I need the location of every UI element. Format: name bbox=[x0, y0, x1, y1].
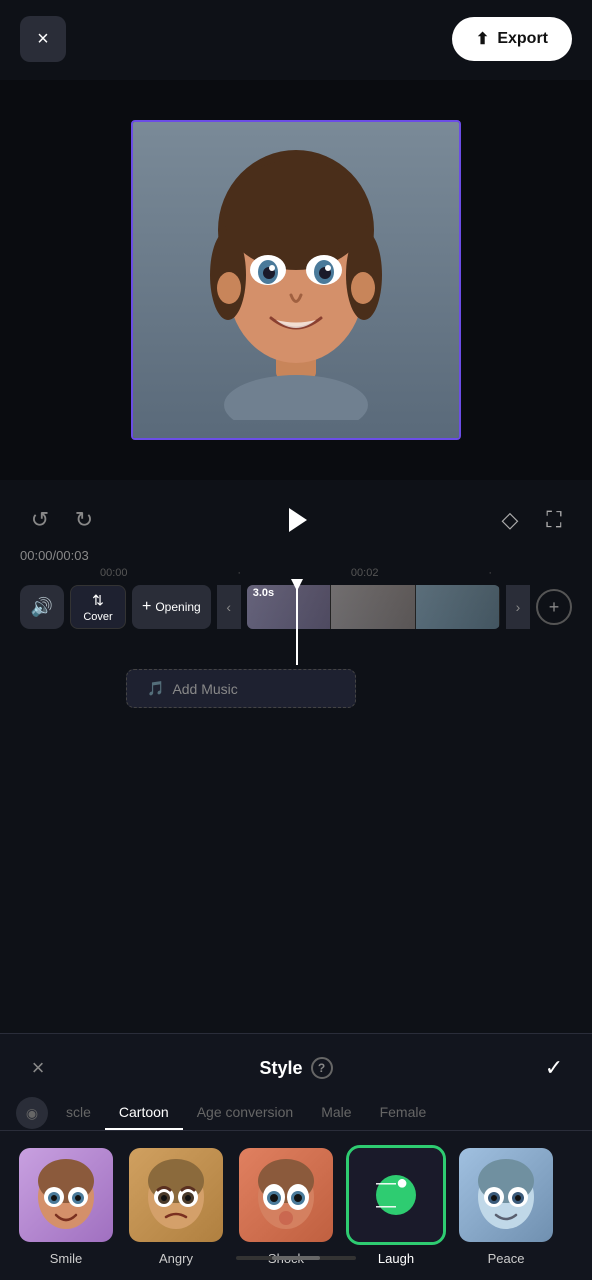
controls-area: ↺ ↻ ◇ ⛶ 00:00/00:03 00:00 · 00:02 · 🔊 ⇅ … bbox=[0, 490, 592, 718]
laugh-selected-icon: —●— bbox=[376, 1175, 416, 1215]
scroll-thumb bbox=[272, 1256, 320, 1260]
track-left-expand[interactable]: ‹ bbox=[217, 585, 241, 629]
timeline-cursor bbox=[296, 585, 298, 665]
style-item-label-laugh: Laugh bbox=[378, 1251, 414, 1266]
redo-button[interactable]: ↻ bbox=[64, 500, 104, 540]
video-frame bbox=[131, 120, 461, 440]
transform-button[interactable]: ◇ bbox=[492, 502, 528, 538]
style-item-label-angry: Angry bbox=[159, 1251, 193, 1266]
time-display: 00:00/00:03 bbox=[20, 548, 572, 563]
style-close-button[interactable]: × bbox=[20, 1050, 56, 1086]
timeline-ruler: 00:00 · 00:02 · bbox=[20, 567, 572, 579]
export-button[interactable]: ⬆ Export bbox=[452, 17, 572, 61]
style-item-thumb-smile bbox=[16, 1145, 116, 1245]
style-face-angry bbox=[129, 1148, 223, 1242]
style-item-thumb-laugh: —●— bbox=[346, 1145, 446, 1245]
tab-female[interactable]: Female bbox=[366, 1096, 441, 1130]
track-right-expand[interactable]: › bbox=[506, 585, 530, 629]
timeline-area: 🔊 ⇅ Cover + Opening ‹ 3.0s › + bbox=[20, 585, 572, 665]
view-controls: ◇ ⛶ bbox=[492, 502, 572, 538]
opening-label: Opening bbox=[155, 600, 200, 614]
style-title: Style ? bbox=[259, 1057, 332, 1079]
play-icon bbox=[289, 508, 307, 532]
face-svg bbox=[196, 140, 396, 420]
video-track: 3.0s bbox=[247, 585, 500, 629]
close-button[interactable]: × bbox=[20, 16, 66, 62]
tab-male[interactable]: Male bbox=[307, 1096, 365, 1130]
cover-label: Cover bbox=[83, 611, 112, 623]
shock-svg bbox=[246, 1155, 326, 1235]
add-icon: + bbox=[142, 598, 151, 616]
track-duration: 3.0s bbox=[253, 587, 274, 599]
add-music-button[interactable]: 🎵 Add Music bbox=[126, 669, 356, 708]
cover-arrows-icon: ⇅ bbox=[92, 592, 104, 609]
style-panel: × Style ? ✓ ◉ scle Cartoon Age conversio… bbox=[0, 1033, 592, 1280]
video-face bbox=[133, 122, 459, 438]
style-item-thumb-peace bbox=[456, 1145, 556, 1245]
add-music-label: Add Music bbox=[172, 681, 237, 697]
app-header: × ⬆ Export bbox=[0, 0, 592, 78]
tab-muscle[interactable]: scle bbox=[52, 1096, 105, 1130]
thumb-3 bbox=[416, 585, 500, 629]
style-title-text: Style bbox=[259, 1058, 302, 1079]
export-icon: ⬆ bbox=[476, 29, 489, 49]
music-icon: 🎵 bbox=[147, 680, 164, 697]
style-item-smile[interactable]: Smile bbox=[16, 1145, 116, 1266]
opening-button[interactable]: + Opening bbox=[132, 585, 211, 629]
ruler-dot-2: · bbox=[488, 567, 492, 579]
ruler-dot-1: · bbox=[237, 567, 241, 579]
tab-age-conversion[interactable]: Age conversion bbox=[183, 1096, 308, 1130]
track-add-button[interactable]: + bbox=[536, 589, 572, 625]
style-item-angry[interactable]: Angry bbox=[126, 1145, 226, 1266]
style-tabs: ◉ scle Cartoon Age conversion Male Femal… bbox=[0, 1096, 592, 1131]
current-time: 00:00 bbox=[20, 548, 53, 563]
cover-button[interactable]: ⇅ Cover bbox=[70, 585, 126, 629]
style-item-label-peace: Peace bbox=[488, 1251, 525, 1266]
scroll-indicator bbox=[236, 1256, 356, 1260]
ruler-mark-1: 00:00 bbox=[100, 567, 128, 579]
angry-svg bbox=[136, 1155, 216, 1235]
style-face-smile bbox=[19, 1148, 113, 1242]
style-item-shock[interactable]: Shock bbox=[236, 1145, 336, 1266]
style-item-label-smile: Smile bbox=[50, 1251, 83, 1266]
smile-svg bbox=[26, 1155, 106, 1235]
volume-button[interactable]: 🔊 bbox=[20, 585, 64, 629]
style-item-thumb-angry bbox=[126, 1145, 226, 1245]
style-face-shock bbox=[239, 1148, 333, 1242]
tab-icon-button[interactable]: ◉ bbox=[16, 1097, 48, 1129]
play-button[interactable] bbox=[278, 500, 318, 540]
video-preview bbox=[0, 80, 592, 480]
style-item-thumb-shock bbox=[236, 1145, 336, 1245]
thumb-2 bbox=[331, 585, 415, 629]
ruler-mark-2: 00:02 bbox=[351, 567, 379, 579]
style-item-laugh[interactable]: —●— Laugh bbox=[346, 1145, 446, 1266]
tab-cartoon[interactable]: Cartoon bbox=[105, 1096, 183, 1130]
style-face-laugh: —●— bbox=[349, 1148, 443, 1242]
fullscreen-button[interactable]: ⛶ bbox=[536, 502, 572, 538]
undo-button[interactable]: ↺ bbox=[20, 500, 60, 540]
peace-svg bbox=[466, 1155, 546, 1235]
style-face-peace bbox=[459, 1148, 553, 1242]
playback-controls: ↺ ↻ ◇ ⛶ bbox=[20, 500, 572, 540]
style-help-icon: ? bbox=[311, 1057, 333, 1079]
style-header: × Style ? ✓ bbox=[0, 1034, 592, 1096]
total-time: 00:03 bbox=[56, 548, 89, 563]
style-confirm-button[interactable]: ✓ bbox=[536, 1050, 572, 1086]
export-label: Export bbox=[497, 30, 548, 48]
style-item-peace[interactable]: Peace bbox=[456, 1145, 556, 1266]
